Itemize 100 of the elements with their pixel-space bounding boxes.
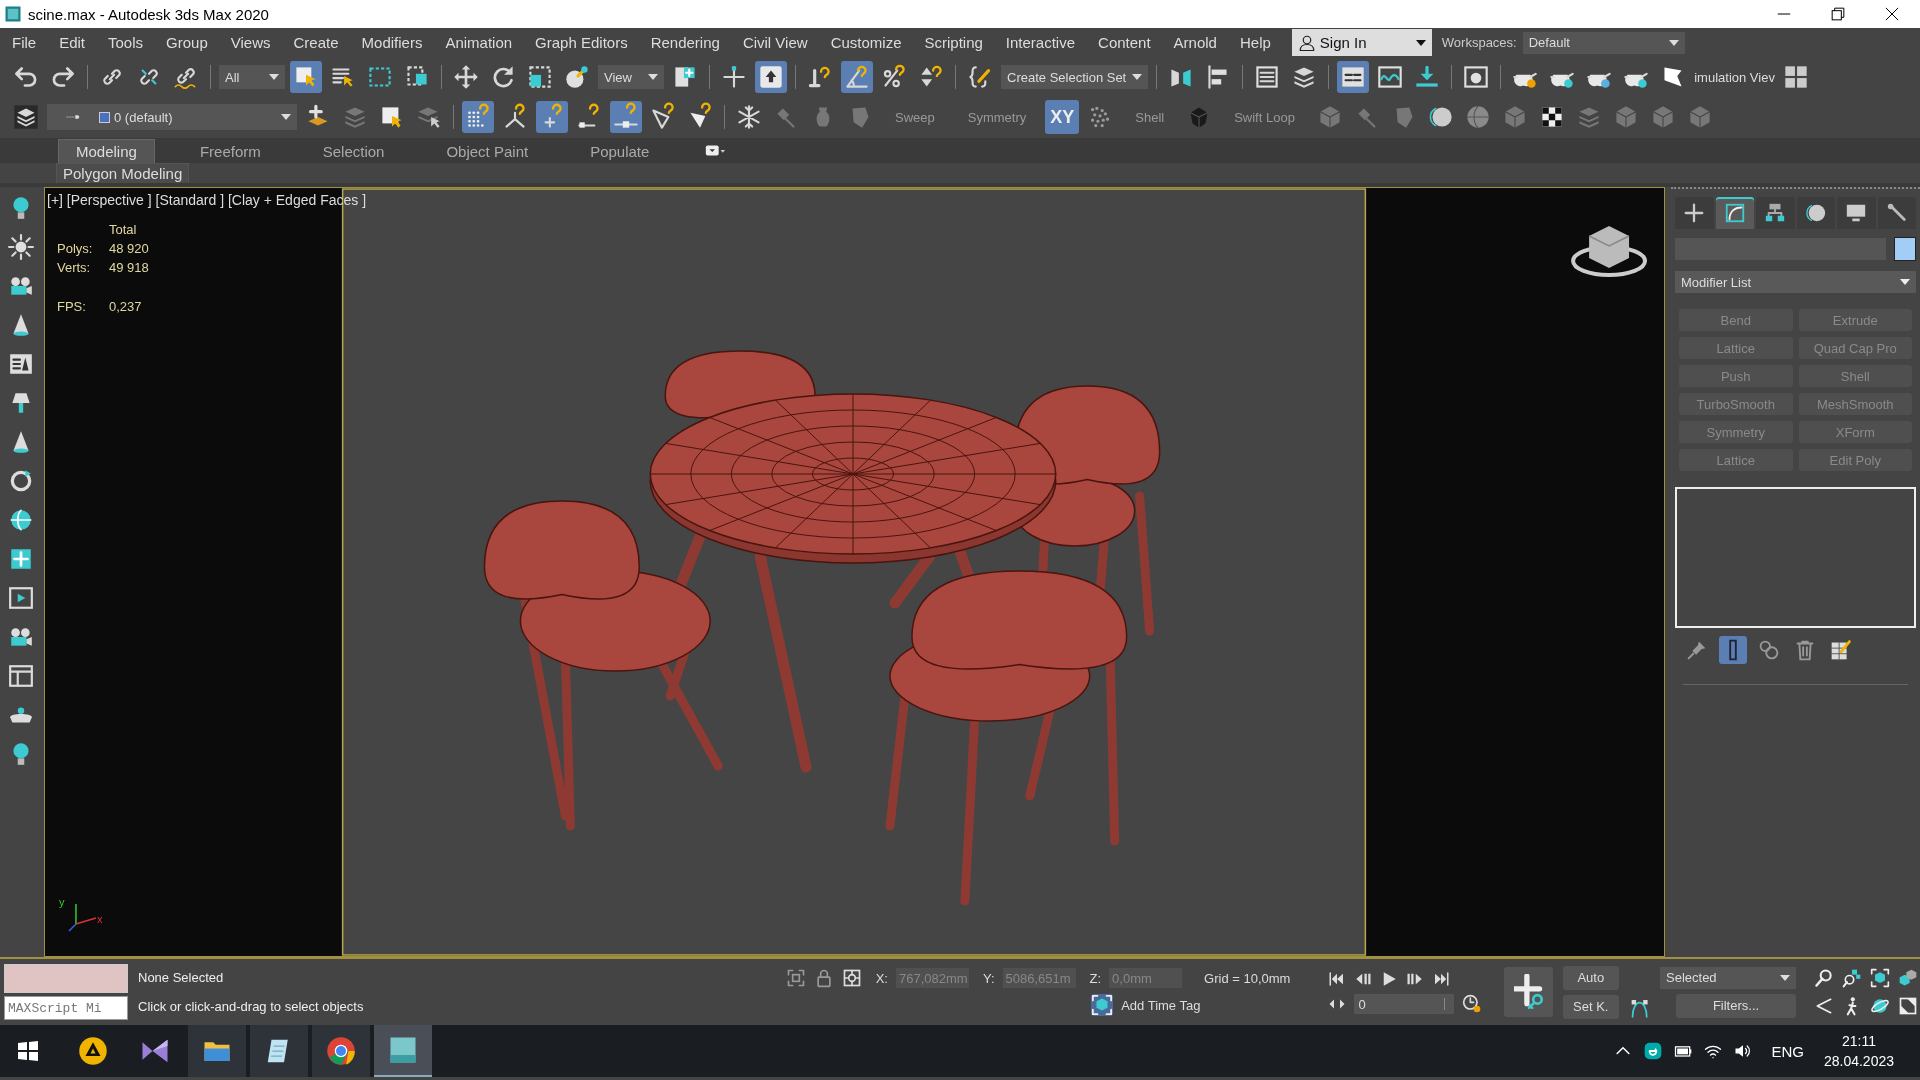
toolbar-label: imulation Viev bbox=[1694, 69, 1775, 85]
toolbar-dropdown[interactable]: All bbox=[219, 65, 285, 89]
menu-item[interactable]: Modifiers bbox=[361, 34, 423, 51]
panel-window-icon[interactable] bbox=[1337, 61, 1370, 93]
cube-icon bbox=[1091, 994, 1114, 1016]
maxscript-listener-field[interactable] bbox=[4, 964, 128, 993]
tool-label[interactable]: Shell bbox=[1135, 109, 1165, 125]
menu-item[interactable]: Content bbox=[1098, 34, 1151, 51]
field-of-view-icon[interactable] bbox=[1814, 996, 1834, 1016]
toolbar-dropdown[interactable]: View bbox=[598, 65, 664, 89]
vertical-bar-icon[interactable] bbox=[1719, 636, 1747, 664]
filters-button[interactable]: Filters... bbox=[1676, 993, 1796, 1018]
frame-corners-icon[interactable] bbox=[785, 968, 806, 988]
cursor-square-icon[interactable] bbox=[290, 61, 322, 93]
window-icon[interactable] bbox=[8, 663, 34, 689]
ribbon-panel-label[interactable]: Polygon Modeling bbox=[56, 163, 190, 183]
cube-frame-icon[interactable] bbox=[1870, 968, 1890, 988]
command-panel-tab[interactable] bbox=[1675, 197, 1714, 229]
layer-dropdown[interactable]: 0 (default) bbox=[47, 104, 297, 130]
sign-in-button[interactable]: Sign In bbox=[1291, 29, 1432, 56]
shield-e-icon[interactable] bbox=[1643, 1041, 1664, 1061]
color-swatch[interactable] bbox=[1894, 237, 1916, 261]
clock-gear-icon[interactable] bbox=[1462, 994, 1483, 1014]
toolbar-dropdown[interactable]: Create Selection Set bbox=[1001, 65, 1149, 89]
workspace-dropdown[interactable]: Default bbox=[1522, 31, 1685, 54]
zoom-all-icon[interactable] bbox=[1842, 968, 1862, 988]
menu-item[interactable]: Edit bbox=[59, 34, 86, 51]
target-icon[interactable] bbox=[841, 968, 862, 988]
stat-value: 48 920 bbox=[109, 241, 149, 256]
ribbon-tab[interactable]: Selection bbox=[305, 140, 402, 163]
menu-item[interactable]: Graph Editors bbox=[535, 34, 628, 51]
windows-logo-icon[interactable] bbox=[16, 1039, 40, 1063]
menu-item[interactable]: Animation bbox=[445, 34, 513, 51]
taskbar-app[interactable] bbox=[312, 1025, 370, 1077]
menu-item[interactable]: Help bbox=[1239, 34, 1271, 51]
clock-date[interactable]: 28.04.2023 bbox=[1823, 1053, 1894, 1069]
set-key-button[interactable] bbox=[1504, 967, 1553, 1017]
stat-value: 0,237 bbox=[109, 299, 143, 314]
key-filter-dropdown[interactable]: Selected bbox=[1660, 966, 1796, 989]
taskbar-app[interactable] bbox=[250, 1025, 308, 1077]
menu-item[interactable]: File bbox=[12, 34, 37, 51]
menu-item[interactable]: Arnold bbox=[1173, 34, 1217, 51]
modifier-list-dropdown[interactable]: Modifier List bbox=[1675, 271, 1916, 293]
menu-item[interactable]: Customize bbox=[830, 34, 902, 51]
menu-item[interactable]: Views bbox=[230, 34, 271, 51]
menu-item[interactable]: Civil View bbox=[742, 34, 808, 51]
tool-label[interactable]: Swift Loop bbox=[1234, 109, 1295, 125]
globe-icon[interactable] bbox=[8, 507, 34, 533]
ribbon-tab[interactable]: Modeling bbox=[58, 139, 155, 163]
command-panel-tab[interactable] bbox=[1837, 197, 1876, 229]
skip-forward-icon[interactable] bbox=[1432, 970, 1451, 988]
xy-toggle-button[interactable]: XY bbox=[1045, 100, 1080, 134]
language-indicator[interactable]: ENG bbox=[1771, 1042, 1804, 1060]
app-logo-icon bbox=[4, 5, 22, 23]
command-panel-tab[interactable] bbox=[1756, 197, 1795, 229]
command-panel-tab[interactable] bbox=[1796, 197, 1835, 229]
circle-icon bbox=[1804, 202, 1827, 224]
menu-item[interactable]: Create bbox=[293, 34, 339, 51]
modifier-stack[interactable] bbox=[1675, 487, 1916, 628]
cubes-icon[interactable] bbox=[1898, 968, 1918, 988]
taskbar-app[interactable] bbox=[188, 1025, 246, 1077]
menu-item[interactable]: Rendering bbox=[650, 34, 720, 51]
arrow-square-icon[interactable] bbox=[755, 61, 787, 93]
sun-icon[interactable] bbox=[8, 234, 34, 260]
hierarchy-icon bbox=[1764, 202, 1787, 224]
menu-item[interactable]: Tools bbox=[108, 34, 144, 51]
ribbon-tab[interactable]: Populate bbox=[573, 140, 667, 163]
auto-key-button[interactable]: Auto bbox=[1562, 965, 1619, 990]
menu-item[interactable]: Group bbox=[166, 34, 208, 51]
point-hook-icon[interactable] bbox=[536, 101, 568, 133]
command-panel-tab[interactable] bbox=[1877, 197, 1916, 229]
orbit-icon[interactable] bbox=[1870, 996, 1890, 1016]
coordinate-label: Y: bbox=[982, 970, 995, 986]
stat-name: Polys: bbox=[57, 241, 94, 256]
set-key-mode-button[interactable]: Set K. bbox=[1562, 994, 1619, 1019]
ribbon-tab[interactable]: Freeform bbox=[182, 140, 278, 163]
maxscript-field[interactable]: MAXScript Mi bbox=[4, 996, 128, 1020]
search-icon[interactable] bbox=[1814, 968, 1834, 988]
plus-square-icon[interactable] bbox=[8, 546, 34, 572]
tool-label[interactable]: Symmetry bbox=[967, 109, 1027, 125]
clock-time[interactable]: 21:11 bbox=[1841, 1033, 1876, 1049]
edge-hook-icon[interactable] bbox=[610, 101, 642, 133]
angle-hook-icon[interactable] bbox=[841, 61, 873, 93]
dot-grid-hook-icon[interactable] bbox=[462, 101, 494, 133]
panel-text-icon[interactable] bbox=[8, 351, 34, 377]
play-window-icon[interactable] bbox=[8, 585, 34, 611]
taskbar-app[interactable] bbox=[374, 1025, 432, 1077]
frame-field[interactable]: 0 bbox=[1354, 994, 1455, 1014]
ribbon-tab[interactable]: Object Paint bbox=[429, 140, 546, 163]
key-plus-icon bbox=[1513, 974, 1544, 1010]
selection-status: None Selected bbox=[138, 970, 225, 985]
viewcube-icon[interactable] bbox=[1571, 226, 1647, 277]
menu-item[interactable]: Interactive bbox=[1005, 34, 1076, 51]
curve-square-icon bbox=[1723, 202, 1746, 224]
tool-label[interactable]: Sweep bbox=[895, 109, 935, 125]
maximize-icon[interactable] bbox=[1898, 996, 1918, 1016]
command-panel-tab[interactable] bbox=[1715, 197, 1754, 229]
menu-item[interactable]: Scripting bbox=[924, 34, 983, 51]
triangle-logo-icon bbox=[78, 1036, 108, 1066]
add-time-tag-button[interactable]: Add Time Tag bbox=[1091, 994, 1201, 1016]
